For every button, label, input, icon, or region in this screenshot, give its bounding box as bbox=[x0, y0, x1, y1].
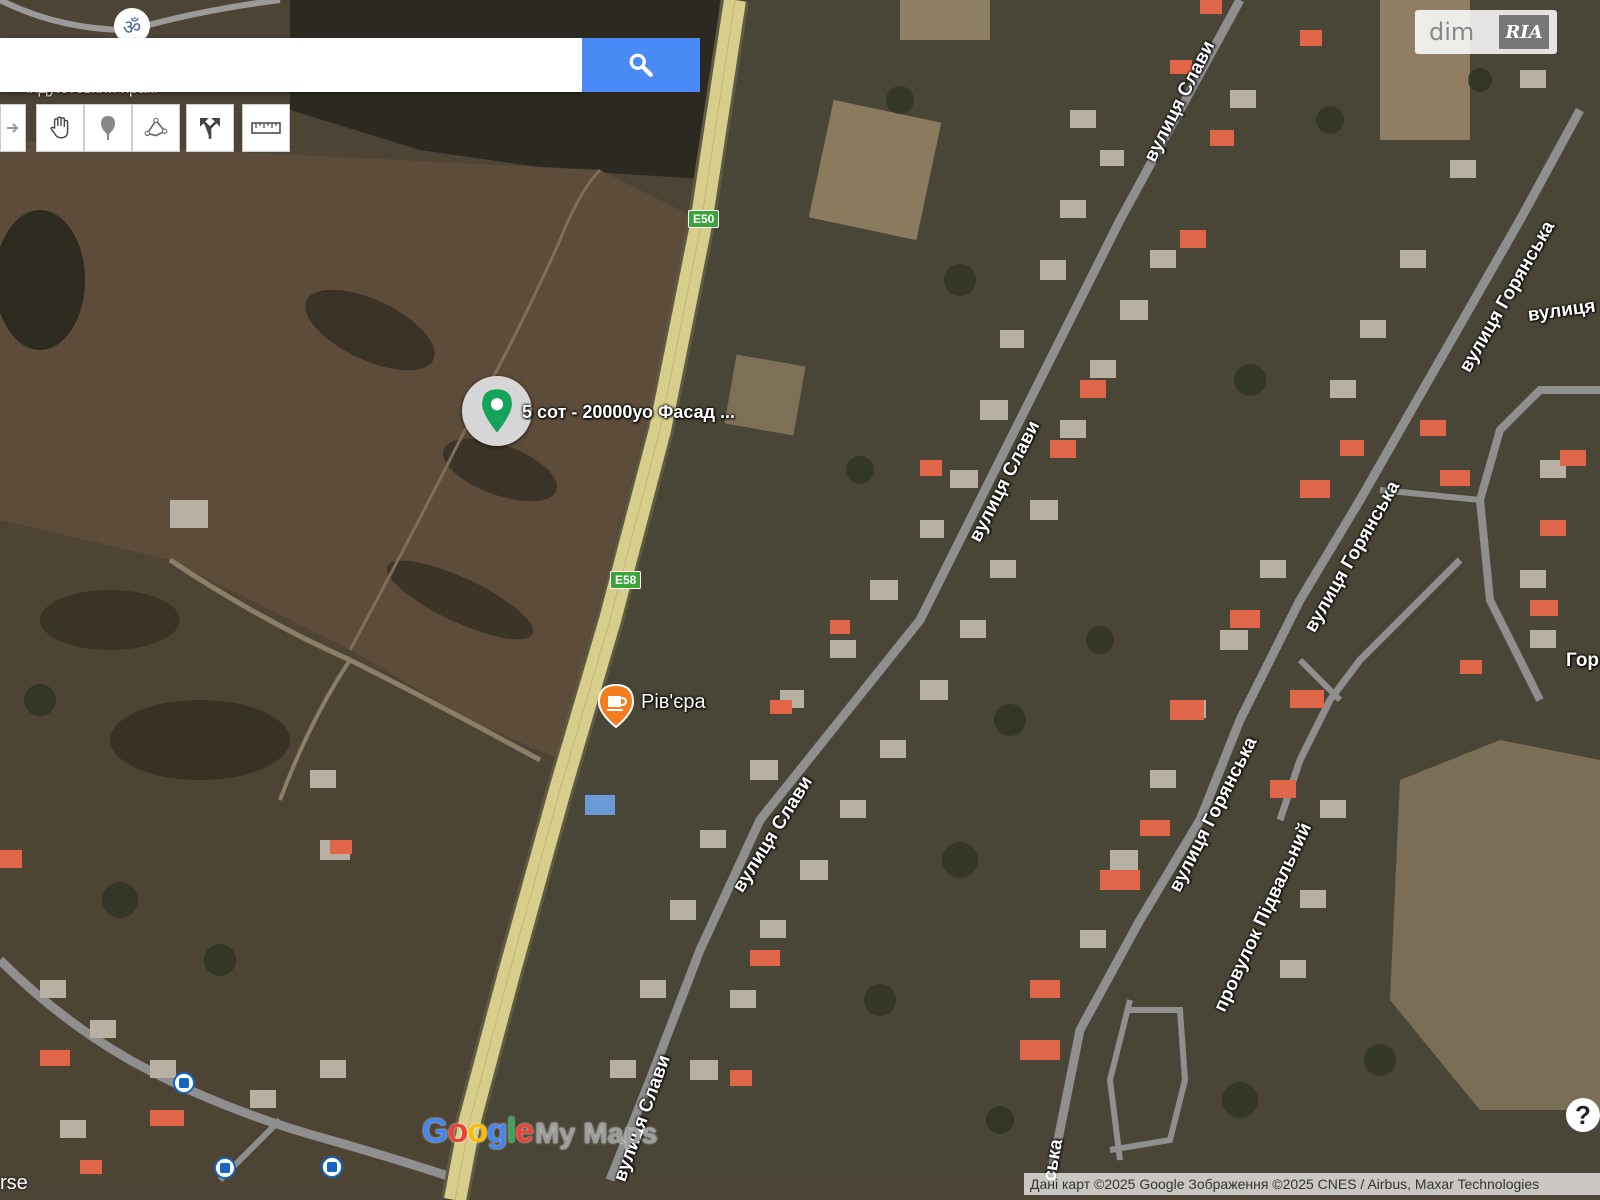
measure-button[interactable] bbox=[242, 104, 290, 152]
my-maps-logo: My Maps bbox=[535, 1118, 658, 1150]
bus-stop-icon[interactable] bbox=[214, 1157, 236, 1179]
satellite-map[interactable] bbox=[0, 0, 1600, 1200]
map-pin-icon bbox=[482, 389, 512, 433]
highway-shield-e58: E58 bbox=[610, 571, 642, 589]
add-marker-button[interactable] bbox=[84, 104, 132, 152]
bus-stop-icon[interactable] bbox=[173, 1072, 195, 1094]
street-label-hor-cut: Гор bbox=[1566, 650, 1600, 671]
cafe-marker[interactable] bbox=[597, 683, 635, 729]
left-cut-text: rse bbox=[0, 1172, 28, 1194]
help-button[interactable]: ? bbox=[1566, 1098, 1600, 1132]
help-icon: ? bbox=[1575, 1099, 1591, 1130]
pan-button[interactable] bbox=[36, 104, 84, 152]
redo-button[interactable] bbox=[0, 104, 26, 152]
marker-icon bbox=[101, 116, 115, 140]
highway-shield-e50: E50 bbox=[688, 210, 720, 228]
map-attribution: Дані карт ©2025 Google Зображення ©2025 … bbox=[1024, 1173, 1600, 1195]
google-logo: Google bbox=[422, 1112, 534, 1151]
draw-line-button[interactable] bbox=[132, 104, 180, 152]
line-icon bbox=[144, 117, 168, 137]
dim-ria-logo: dim RIA bbox=[1415, 10, 1557, 54]
search-input[interactable] bbox=[0, 38, 582, 92]
dim-logo-text: dim bbox=[1429, 18, 1475, 46]
hand-icon bbox=[50, 116, 69, 139]
ruler-icon bbox=[251, 122, 281, 134]
cafe-icon bbox=[597, 683, 635, 729]
google-letter: e bbox=[515, 1112, 534, 1150]
ria-logo-text: RIA bbox=[1499, 15, 1549, 49]
listing-label: 5 сот - 20000уо Фасад ... bbox=[522, 402, 736, 422]
search-icon bbox=[629, 53, 653, 77]
google-letter: o bbox=[467, 1112, 488, 1150]
directions-button[interactable] bbox=[186, 104, 234, 152]
cafe-label: Рів'єра bbox=[641, 691, 706, 713]
search-button[interactable] bbox=[582, 38, 700, 92]
redo-icon bbox=[7, 123, 19, 133]
google-letter: g bbox=[487, 1112, 508, 1150]
google-letter: l bbox=[506, 1112, 517, 1150]
google-letter: G bbox=[422, 1112, 448, 1150]
google-letter: o bbox=[447, 1112, 468, 1150]
bus-stop-icon[interactable] bbox=[321, 1156, 343, 1178]
directions-icon bbox=[200, 118, 220, 139]
